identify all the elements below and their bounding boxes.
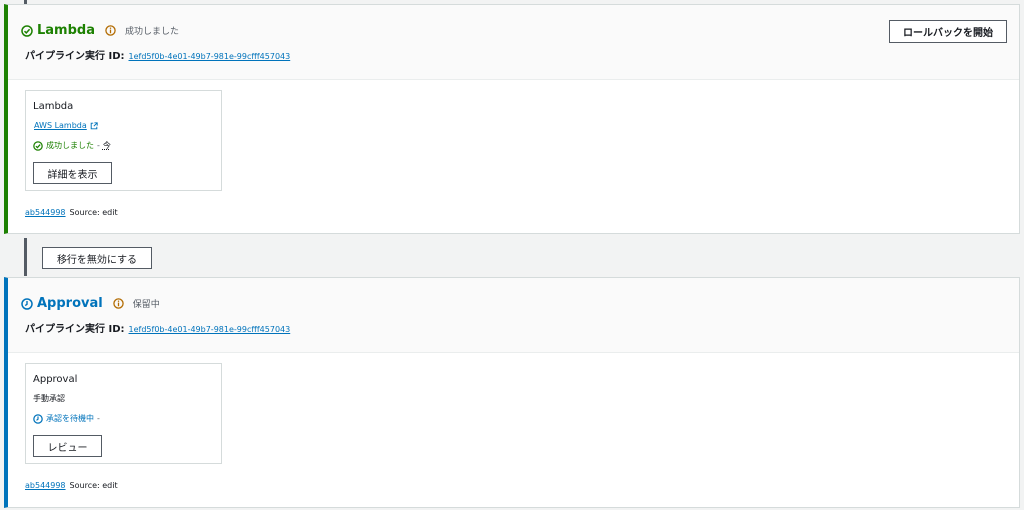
stage-name: Approval — [37, 296, 103, 311]
action-status: 成功しました - 今 — [33, 140, 111, 151]
clock-icon — [33, 413, 43, 424]
execution-id-link[interactable]: 1efd5f0b-4e01-49b7-981e-99cfff457043 — [129, 325, 291, 334]
action-provider-label: AWS Lambda — [34, 121, 87, 130]
commit-link[interactable]: ab544998 — [25, 481, 66, 490]
action-status-text: 承認を待機中 — [46, 414, 94, 423]
status-time: 今 — [102, 141, 111, 150]
action-provider: 手動承認 — [33, 394, 65, 403]
execution-id-link[interactable]: 1efd5f0b-4e01-49b7-981e-99cfff457043 — [129, 52, 291, 61]
action-card-lambda: Lambda AWS Lambda 成功しました - 今 詳細を表示 — [25, 90, 222, 191]
clock-icon — [21, 297, 33, 310]
execution-id-row: パイプライン実行 ID: 1efd5f0b-4e01-49b7-981e-99c… — [25, 47, 290, 62]
source-text: Source: edit — [69, 481, 118, 490]
info-icon[interactable] — [112, 298, 124, 309]
stage-header: Lambda 成功しました パイプライン実行 ID: 1efd5f0b-4e01… — [8, 5, 1019, 80]
info-icon[interactable] — [105, 25, 116, 36]
stage-header: Approval 保留中 パイプライン実行 ID: 1efd5f0b-4e01-… — [8, 278, 1019, 353]
view-details-button[interactable]: 詳細を表示 — [33, 162, 112, 184]
stage-status: 保留中 — [132, 300, 160, 310]
stage-footer: ab544998 Source: edit — [25, 208, 118, 217]
disable-transition-button[interactable]: 移行を無効にする — [42, 247, 152, 269]
execution-id-label: パイプライン実行 ID: — [25, 324, 125, 335]
status-separator: - — [97, 141, 100, 150]
action-provider-link[interactable]: AWS Lambda — [34, 121, 98, 130]
stage-name: Lambda — [37, 23, 95, 38]
stage-lambda: Lambda 成功しました パイプライン実行 ID: 1efd5f0b-4e01… — [4, 4, 1020, 234]
start-rollback-button[interactable]: ロールバックを開始 — [889, 20, 1007, 43]
external-link-icon — [90, 121, 98, 130]
stage-title: Approval 保留中 — [21, 296, 160, 311]
check-circle-icon — [33, 140, 43, 151]
status-separator: - — [97, 414, 100, 423]
commit-link[interactable]: ab544998 — [25, 208, 66, 217]
stage-status: 成功しました — [125, 27, 180, 37]
stage-footer: ab544998 Source: edit — [25, 481, 118, 490]
execution-id-label: パイプライン実行 ID: — [25, 51, 125, 62]
stage-approval: Approval 保留中 パイプライン実行 ID: 1efd5f0b-4e01-… — [4, 277, 1020, 508]
action-name: Lambda — [33, 101, 74, 112]
action-status-text: 成功しました — [46, 141, 94, 150]
action-card-approval: Approval 手動承認 承認を待機中 - レビュー — [25, 363, 222, 464]
action-name: Approval — [33, 374, 78, 385]
check-circle-icon — [21, 24, 33, 37]
transition-connector — [24, 238, 27, 276]
execution-id-row: パイプライン実行 ID: 1efd5f0b-4e01-49b7-981e-99c… — [25, 320, 290, 335]
review-button[interactable]: レビュー — [33, 435, 102, 457]
stage-title: Lambda 成功しました — [21, 23, 179, 38]
source-text: Source: edit — [69, 208, 118, 217]
action-status: 承認を待機中 - — [33, 413, 100, 424]
